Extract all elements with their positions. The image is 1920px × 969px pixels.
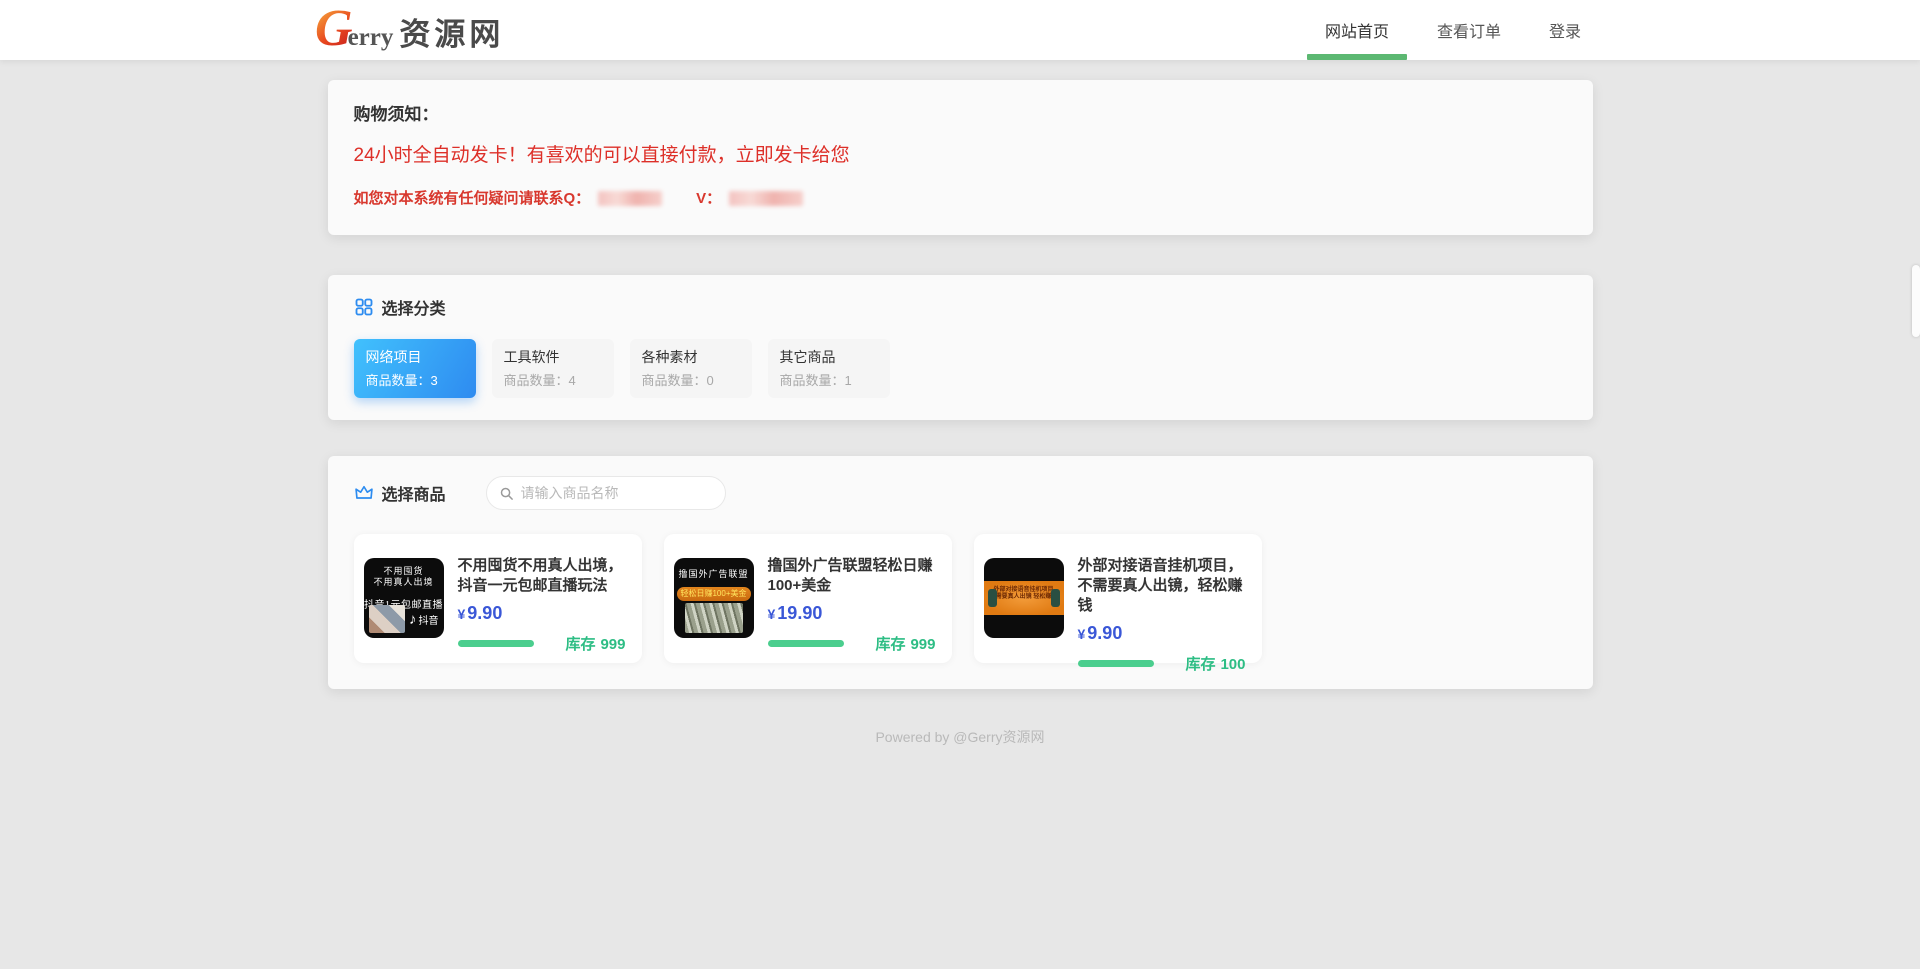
- notice-contact-line: 如您对本系统有任何疑问请联系Q： V：: [354, 190, 1567, 207]
- notice-card: 购物须知： 24小时全自动发卡！有喜欢的可以直接付款，立即发卡给您 如您对本系统…: [328, 80, 1593, 235]
- nav-menu: 网站首页 查看订单 登录: [1301, 0, 1605, 60]
- censored-qq-number: [598, 191, 662, 206]
- category-chip-tools-software[interactable]: 工具软件 商品数量：4: [492, 339, 614, 398]
- notice-title: 购物须知：: [354, 104, 1567, 126]
- currency-symbol: ¥: [458, 606, 466, 622]
- currency-symbol: ¥: [1078, 626, 1086, 642]
- thumb-money-photo: [685, 603, 743, 633]
- products-title: 选择商品: [382, 481, 446, 505]
- chip-count: 商品数量：3: [366, 373, 464, 388]
- nav-item-home[interactable]: 网站首页: [1301, 0, 1413, 60]
- category-chip-row: 网络项目 商品数量：3 工具软件 商品数量：4 各种素材 商品数量：0 其它商品…: [354, 339, 1567, 398]
- category-card: 选择分类 网络项目 商品数量：3 工具软件 商品数量：4 各种素材 商品数量：0…: [328, 275, 1593, 420]
- product-card-douyin-livestream[interactable]: 不用囤货 不用真人出境 抖音1元包邮直播 ♪ 抖音 不用囤货不用真人出境，抖音一…: [354, 534, 642, 663]
- thumb-text: 外部对接语音挂机项目 不需要真人出镜 轻松赚钱: [984, 581, 1064, 601]
- product-title: 撸国外广告联盟轻松日赚100+美金: [768, 556, 936, 596]
- notice-contact-v-label: V：: [696, 190, 721, 207]
- navbar: G erry 资源网 网站首页 查看订单 登录: [0, 0, 1920, 60]
- product-search-input[interactable]: [521, 485, 713, 501]
- chip-count: 商品数量：4: [504, 373, 602, 388]
- product-price: ¥19.90: [768, 603, 936, 624]
- thumb-text: 不用真人出境: [364, 577, 444, 588]
- brand-name-cn: 资源网: [399, 9, 504, 54]
- chip-count: 商品数量：0: [642, 373, 740, 388]
- stock-label: 库存999: [565, 633, 625, 654]
- product-thumbnail: 不用囤货 不用真人出境 抖音1元包邮直播 ♪ 抖音: [364, 558, 444, 638]
- product-title: 不用囤货不用真人出境，抖音一元包邮直播玩法: [458, 556, 626, 596]
- product-price: ¥9.90: [1078, 623, 1246, 644]
- grid-icon: [354, 297, 374, 317]
- category-header: 选择分类: [354, 295, 1567, 319]
- thumb-text: 撸国外广告联盟: [674, 567, 754, 580]
- category-title: 选择分类: [382, 295, 446, 319]
- thumb-badge: 轻松日赚100+美金: [677, 587, 751, 601]
- nav-item-login[interactable]: 登录: [1525, 0, 1605, 60]
- notice-contact-prefix: 如您对本系统有任何疑问请联系Q：: [354, 190, 591, 207]
- stock-bar: [768, 640, 844, 647]
- products-header: 选择商品: [354, 476, 1567, 510]
- scrollbar-thumb[interactable]: [1912, 265, 1920, 337]
- currency-symbol: ¥: [768, 606, 776, 622]
- product-price: ¥9.90: [458, 603, 626, 624]
- chip-name: 各种素材: [642, 349, 740, 366]
- chip-count: 商品数量：1: [780, 373, 878, 388]
- product-title: 外部对接语音挂机项目，不需要真人出镜，轻松赚钱: [1078, 556, 1246, 616]
- stock-bar: [1078, 660, 1154, 667]
- category-chip-materials[interactable]: 各种素材 商品数量：0: [630, 339, 752, 398]
- thumb-text: 不用囤货: [364, 566, 444, 577]
- category-chip-other-goods[interactable]: 其它商品 商品数量：1: [768, 339, 890, 398]
- music-note-icon: ♪: [409, 611, 417, 628]
- brand-name-latin: erry: [348, 24, 394, 52]
- search-icon: [499, 486, 514, 501]
- brand-logo[interactable]: G erry 资源网: [315, 7, 504, 54]
- chip-name: 工具软件: [504, 349, 602, 366]
- footer-powered-by: Powered by @Gerry资源网: [328, 727, 1593, 747]
- product-thumbnail: 外部对接语音挂机项目 不需要真人出镜 轻松赚钱: [984, 558, 1064, 638]
- stock-label: 库存999: [875, 633, 935, 654]
- chip-name: 其它商品: [780, 349, 878, 366]
- nav-item-orders[interactable]: 查看订单: [1413, 0, 1525, 60]
- category-chip-network-projects[interactable]: 网络项目 商品数量：3: [354, 339, 476, 398]
- products-card: 选择商品 不用囤货 不用真人出境 抖音1元包邮直播 ♪: [328, 456, 1593, 689]
- product-card-ad-alliance[interactable]: 撸国外广告联盟 轻松日赚100+美金 撸国外广告联盟轻松日赚100+美金 ¥19…: [664, 534, 952, 663]
- censored-wechat-id: [729, 191, 803, 206]
- product-thumbnail: 撸国外广告联盟 轻松日赚100+美金: [674, 558, 754, 638]
- stock-bar: [458, 640, 534, 647]
- product-list: 不用囤货 不用真人出境 抖音1元包邮直播 ♪ 抖音 不用囤货不用真人出境，抖音一…: [354, 534, 1567, 663]
- notice-main-line: 24小时全自动发卡！有喜欢的可以直接付款，立即发卡给您: [354, 144, 1567, 168]
- thumb-photo-collage: [369, 605, 405, 633]
- tiktok-logo: ♪ 抖音: [409, 611, 439, 628]
- product-search-box: [486, 476, 726, 510]
- thumb-orange-banner: 外部对接语音挂机项目 不需要真人出镜 轻松赚钱: [984, 581, 1064, 615]
- chip-name: 网络项目: [366, 349, 464, 366]
- product-card-voice-hangup[interactable]: 外部对接语音挂机项目 不需要真人出镜 轻松赚钱 外部对接语音挂机项目，不需要真人…: [974, 534, 1262, 663]
- crown-icon: [354, 483, 374, 503]
- stock-label: 库存100: [1185, 653, 1245, 674]
